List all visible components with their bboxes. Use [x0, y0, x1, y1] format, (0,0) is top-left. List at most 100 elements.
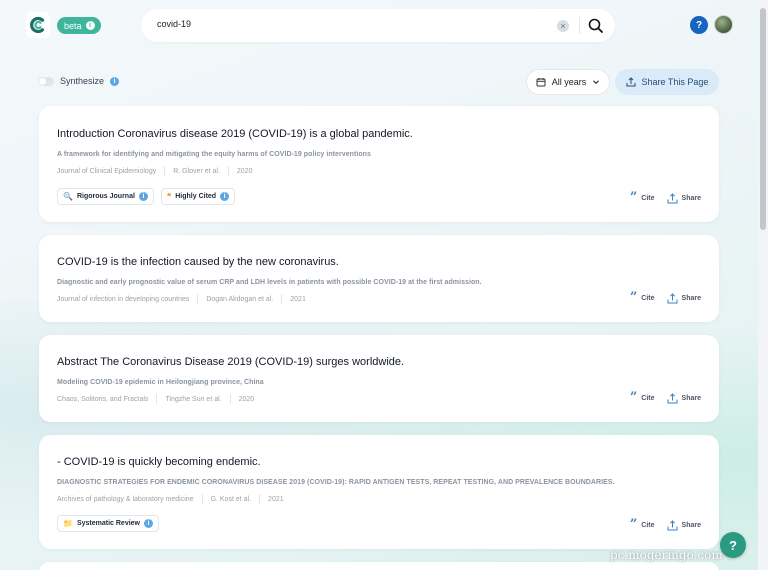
cite-label: Cite [641, 295, 655, 302]
synthesize-toggle[interactable] [38, 76, 54, 86]
year-filter-dropdown[interactable]: All years [526, 69, 610, 95]
paper-title[interactable]: Modeling COVID-19 epidemic in Heilongjia… [57, 379, 264, 386]
chevron-down-icon [593, 80, 600, 85]
year: 2020 [238, 395, 255, 403]
authors: R. Glover et al. [173, 167, 220, 175]
share-button[interactable]: Share [667, 393, 701, 404]
share-button[interactable]: Share [667, 293, 701, 304]
systematic-review-badge[interactable]: 📁 Systematic Review i [57, 515, 160, 532]
badge-list: 🔍 Rigorous Journal i ❝ Highly Cited i [57, 188, 236, 205]
meta-divider [164, 166, 166, 176]
meta-divider [281, 294, 283, 304]
info-icon: i [85, 21, 95, 30]
year: 2021 [268, 495, 284, 503]
cite-button[interactable]: ” Cite [629, 290, 655, 305]
share-icon [667, 393, 678, 404]
journal-name: Chaos, Solitons, and Fractals [57, 395, 149, 403]
card-actions: ” Cite Share [629, 190, 701, 205]
cite-button[interactable]: ” Cite [629, 190, 655, 205]
result-card[interactable]: - COVID-19 is quickly becoming endemic. … [39, 435, 719, 549]
share-icon [626, 77, 636, 87]
result-title[interactable]: Abstract The Coronavirus Disease 2019 (C… [57, 356, 404, 368]
info-icon[interactable]: i [220, 192, 230, 201]
search-bar[interactable]: covid-19 × [141, 9, 615, 42]
avatar[interactable] [714, 15, 733, 34]
journal-name: Journal of Clinical Epidemiology [57, 167, 157, 175]
share-label: Share [681, 295, 701, 302]
synthesize-label: Synthesize [60, 76, 105, 86]
paper-title[interactable]: DIAGNOSTIC STRATEGIES FOR ENDEMIC CORONA… [57, 479, 615, 486]
paper-title[interactable]: A framework for identifying and mitigati… [57, 151, 371, 158]
year: 2021 [290, 295, 306, 303]
result-title[interactable]: Introduction Coronavirus disease 2019 (C… [57, 128, 413, 140]
authors: Dogan Akdogan et al. [206, 295, 274, 303]
beta-label: beta [64, 20, 82, 31]
search-divider [579, 17, 580, 34]
card-actions: ” Cite Share [629, 517, 701, 532]
authors: G. Kost et al. [210, 495, 252, 503]
card-actions: ” Cite Share [629, 290, 701, 305]
quote-icon: ” [629, 390, 638, 405]
cite-label: Cite [641, 522, 655, 529]
share-label: Share [681, 195, 701, 202]
share-icon [667, 193, 678, 204]
search-input[interactable]: covid-19 [157, 19, 191, 29]
highly-cited-badge[interactable]: ❝ Highly Cited i [160, 188, 236, 205]
result-card[interactable]: Abstract The Coronavirus Disease 2019 (C… [39, 335, 719, 422]
cite-button[interactable]: ” Cite [629, 390, 655, 405]
paper-meta: Journal of Clinical Epidemiology R. Glov… [57, 166, 252, 176]
info-icon[interactable]: i [144, 519, 154, 528]
share-icon [667, 520, 678, 531]
info-icon[interactable]: i [110, 76, 120, 86]
synthesize-control[interactable]: Synthesize i [38, 76, 120, 86]
journal-name: Archives of pathology & laboratory medic… [57, 495, 194, 503]
clear-icon[interactable]: × [557, 20, 569, 32]
cite-label: Cite [641, 395, 655, 402]
logo-icon[interactable] [26, 12, 50, 38]
watermark: pc.mogeringo.com [610, 548, 723, 562]
paper-title[interactable]: Diagnostic and early prognostic value of… [57, 279, 482, 286]
authors: Tingzhe Sun et al. [165, 395, 222, 403]
paper-meta: Chaos, Solitons, and Fractals Tingzhe Su… [57, 394, 254, 404]
quote-icon: ” [629, 517, 638, 532]
meta-divider [227, 166, 229, 176]
quote-icon: ” [629, 290, 638, 305]
share-page-label: Share This Page [641, 77, 709, 87]
badge-label: Systematic Review [76, 520, 141, 527]
share-icon [667, 293, 678, 304]
badge-list: 📁 Systematic Review i [57, 515, 160, 532]
share-button[interactable]: Share [667, 193, 701, 204]
result-title[interactable]: - COVID-19 is quickly becoming endemic. [57, 456, 261, 468]
scrollbar-thumb[interactable] [760, 8, 766, 230]
share-label: Share [681, 395, 701, 402]
meta-divider [197, 294, 199, 304]
folder-icon: 📁 [63, 518, 73, 528]
rigorous-journal-badge[interactable]: 🔍 Rigorous Journal i [57, 188, 154, 205]
share-page-button[interactable]: Share This Page [615, 69, 719, 95]
badge-label: Rigorous Journal [76, 193, 135, 200]
cite-label: Cite [641, 195, 655, 202]
beta-badge[interactable]: beta i [57, 17, 101, 34]
chat-icon[interactable]: ? [720, 532, 746, 558]
paper-meta: Journal of infection in developing count… [57, 294, 306, 304]
paper-meta: Archives of pathology & laboratory medic… [57, 494, 284, 504]
card-actions: ” Cite Share [629, 390, 701, 405]
quote-icon: ” [629, 190, 638, 205]
badge-label: Highly Cited [175, 193, 217, 200]
search-icon[interactable] [587, 17, 605, 35]
meta-divider [259, 494, 261, 504]
result-title[interactable]: COVID-19 is the infection caused by the … [57, 256, 339, 268]
year-filter-label: All years [551, 77, 587, 87]
help-icon[interactable]: ? [690, 16, 708, 34]
share-button[interactable]: Share [667, 520, 701, 531]
quote-icon: ❝ [166, 191, 172, 201]
cite-button[interactable]: ” Cite [629, 517, 655, 532]
meta-divider [201, 494, 203, 504]
result-card[interactable]: Introduction Coronavirus disease 2019 (C… [39, 106, 719, 222]
result-card-partial[interactable] [39, 562, 719, 570]
info-icon[interactable]: i [138, 192, 148, 201]
result-card[interactable]: COVID-19 is the infection caused by the … [39, 235, 719, 322]
share-label: Share [681, 522, 701, 529]
year: 2020 [236, 167, 253, 175]
journal-name: Journal of infection in developing count… [57, 295, 190, 303]
